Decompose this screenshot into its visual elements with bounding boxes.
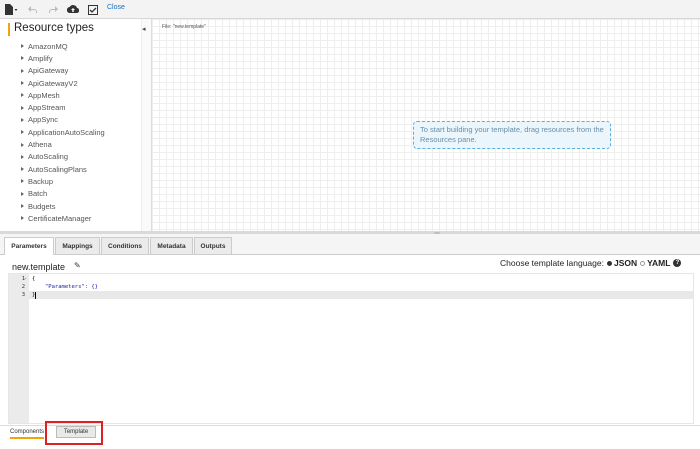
sidebar-item-appmesh[interactable]: AppMesh xyxy=(21,89,105,101)
sidebar-item-amplify[interactable]: Amplify xyxy=(21,52,105,64)
design-canvas[interactable]: File: "new.template" To start building y… xyxy=(152,19,700,231)
tab-mappings[interactable]: Mappings xyxy=(55,237,100,254)
upload-icon[interactable] xyxy=(66,3,79,16)
sidebar-item-batch[interactable]: Batch xyxy=(21,188,105,200)
sidebar-item-label: AmazonMQ xyxy=(28,41,68,51)
sidebar-item-appstream[interactable]: AppStream xyxy=(21,101,105,113)
expand-caret-icon[interactable] xyxy=(21,56,24,61)
sidebar-item-label: ApplicationAutoScaling xyxy=(28,127,105,137)
sidebar-scrollbar[interactable] xyxy=(141,19,151,231)
sidebar-item-label: AppSync xyxy=(28,115,59,125)
title-accent-bar xyxy=(8,23,10,36)
json-radio[interactable] xyxy=(606,260,612,266)
resource-types-sidebar: Resource types AmazonMQ Amplify ApiGateway… xyxy=(0,19,152,231)
bottom-bar xyxy=(0,425,700,449)
highlight-box xyxy=(45,421,103,445)
sidebar-item-label: CertificateManager xyxy=(28,213,92,223)
tab-parameters[interactable]: Parameters xyxy=(4,237,54,255)
template-filename: new.template xyxy=(12,262,66,272)
sidebar-item-label: AutoScalingPlans xyxy=(28,164,87,174)
new-file-icon[interactable] xyxy=(4,3,18,16)
sidebar-item-label: Backup xyxy=(28,176,54,186)
expand-caret-icon[interactable] xyxy=(21,154,24,159)
json-label[interactable]: JSON xyxy=(614,258,637,268)
sidebar-item-label: Athena xyxy=(28,140,52,150)
sidebar-item-label: Amplify xyxy=(28,53,53,63)
resource-type-list: AmazonMQ Amplify ApiGateway ApiGatewayV2 App… xyxy=(21,40,105,224)
toolbar: Close xyxy=(0,0,700,19)
expand-caret-icon[interactable] xyxy=(21,105,24,110)
fold-toggle-icon[interactable]: - xyxy=(24,276,27,282)
drop-hint: To start building your template, drag re… xyxy=(413,121,611,149)
sidebar-item-label: Budgets xyxy=(28,201,56,211)
sidebar-item-label: ApiGateway xyxy=(28,66,69,76)
expand-caret-icon[interactable] xyxy=(21,216,24,221)
editor-tabs: Parameters Mappings Conditions Metadata … xyxy=(0,234,700,255)
sidebar-item-appsync[interactable]: AppSync xyxy=(21,114,105,126)
expand-caret-icon[interactable] xyxy=(21,117,24,122)
expand-caret-icon[interactable] xyxy=(21,81,24,86)
sidebar-item-apigatewayv2[interactable]: ApiGatewayV2 xyxy=(21,77,105,89)
expand-caret-icon[interactable] xyxy=(21,93,24,98)
collapse-sidebar-icon[interactable]: ◂ xyxy=(142,25,146,33)
line-number: 2 xyxy=(21,284,25,290)
code-line: "Parameters": {} xyxy=(45,284,98,290)
sidebar-item-autoscalingplans[interactable]: AutoScalingPlans xyxy=(21,163,105,175)
template-language-selector: Choose template language: JSON YAML ? xyxy=(500,258,682,268)
help-icon[interactable]: ? xyxy=(673,259,682,267)
sidebar-title: Resource types xyxy=(14,22,94,34)
redo-icon[interactable] xyxy=(47,3,59,16)
sidebar-item-label: Batch xyxy=(28,189,48,199)
line-number: 1 xyxy=(21,276,25,282)
active-line-highlight xyxy=(29,291,693,299)
expand-caret-icon[interactable] xyxy=(21,44,24,49)
expand-caret-icon[interactable] xyxy=(21,68,24,73)
tab-components[interactable]: Components xyxy=(10,429,45,439)
yaml-label[interactable]: YAML xyxy=(647,258,670,268)
language-prompt: Choose template language: xyxy=(500,258,604,268)
sidebar-item-label: ApiGatewayV2 xyxy=(28,78,78,88)
sidebar-item-autoscaling[interactable]: AutoScaling xyxy=(21,151,105,163)
file-label: File: "new.template" xyxy=(162,24,206,30)
sidebar-item-label: AutoScaling xyxy=(28,152,69,162)
line-number: 3 xyxy=(21,292,25,298)
pencil-icon[interactable]: ✎ xyxy=(74,261,81,270)
tab-outputs[interactable]: Outputs xyxy=(194,237,232,254)
yaml-radio[interactable] xyxy=(640,260,646,266)
expand-caret-icon[interactable] xyxy=(21,142,24,147)
validate-icon[interactable] xyxy=(87,3,98,16)
sidebar-item-budgets[interactable]: Budgets xyxy=(21,200,105,212)
tab-conditions[interactable]: Conditions xyxy=(101,237,149,254)
sidebar-item-certificatemanager[interactable]: CertificateManager xyxy=(21,212,105,224)
code-editor[interactable]: 1 - 2 3 { "Parameters": {} } xyxy=(8,273,694,424)
sidebar-item-applicationautoscaling[interactable]: ApplicationAutoScaling xyxy=(21,126,105,138)
sidebar-item-label: AppMesh xyxy=(28,90,60,100)
undo-icon[interactable] xyxy=(27,3,39,16)
close-link[interactable]: Close xyxy=(107,4,125,11)
sidebar-item-backup[interactable]: Backup xyxy=(21,175,105,187)
text-cursor xyxy=(35,292,36,299)
tab-metadata[interactable]: Metadata xyxy=(150,237,193,254)
code-line: { xyxy=(32,276,36,282)
expand-caret-icon[interactable] xyxy=(21,130,24,135)
expand-caret-icon[interactable] xyxy=(21,179,24,184)
sidebar-item-label: AppStream xyxy=(28,103,66,113)
sidebar-item-amazonmq[interactable]: AmazonMQ xyxy=(21,40,105,52)
sidebar-item-athena[interactable]: Athena xyxy=(21,138,105,150)
expand-caret-icon[interactable] xyxy=(21,204,24,208)
expand-caret-icon[interactable] xyxy=(21,167,24,172)
expand-caret-icon[interactable] xyxy=(21,191,24,196)
line-number-gutter: 1 - 2 3 xyxy=(9,274,29,423)
sidebar-item-apigateway[interactable]: ApiGateway xyxy=(21,65,105,77)
